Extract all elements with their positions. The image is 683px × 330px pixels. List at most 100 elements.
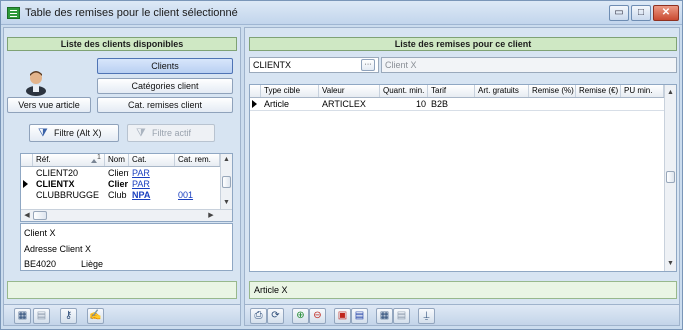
cell-nom: Club [108, 190, 127, 200]
scroll-down-icon[interactable]: ▼ [665, 259, 676, 268]
categories-client-button[interactable]: Catégories client [97, 78, 233, 94]
grid-alt-button[interactable]: ▤ [393, 308, 410, 324]
col-cat-rem[interactable]: Cat. rem. [175, 154, 220, 166]
grid-view-icon: ▦ [17, 310, 28, 321]
delete-icon: ⊖ [313, 310, 322, 321]
cell-cat-rem [175, 168, 220, 178]
cell-remise-pct [529, 99, 576, 109]
key-icon: ⚷ [64, 310, 73, 321]
grid-alt-icon: ▤ [396, 310, 407, 321]
table-row-selected[interactable]: CLIENTX Clier PAR [21, 179, 220, 189]
scroll-left-icon[interactable]: ◀ [23, 211, 31, 220]
grid-view-icon: ▦ [379, 310, 390, 321]
maximize-button[interactable]: □ [631, 5, 651, 21]
cell-cat-link[interactable]: PAR [129, 168, 175, 178]
cell-cat-rem-link[interactable]: 001 [175, 190, 220, 200]
cell-cat-link[interactable]: NPA [129, 190, 175, 200]
col-art-gratuits[interactable]: Art. gratuits [475, 85, 529, 97]
col-quant-min[interactable]: Quant. min. [380, 85, 428, 97]
maximize-icon: □ [637, 7, 645, 18]
client-city: Liège [81, 259, 104, 269]
sort-indicator: 1 [97, 154, 101, 161]
key-button[interactable]: ⚷ [60, 308, 77, 324]
list-view-button[interactable]: ▤ [351, 308, 368, 324]
close-button[interactable]: ✕ [653, 5, 679, 21]
delete-button[interactable]: ⊖ [309, 308, 326, 324]
window-title: Table des remises pour le client sélecti… [25, 7, 238, 19]
col-valeur[interactable]: Valeur [319, 85, 380, 97]
filter-active-icon: ⧩ [136, 127, 146, 139]
client-lookup-button[interactable]: ··· [361, 59, 375, 71]
vers-vue-article-button[interactable]: Vers vue article [7, 97, 91, 113]
cat-remises-client-button[interactable]: Cat. remises client [97, 97, 233, 113]
client-code-field[interactable]: CLIENTX [249, 57, 379, 73]
signature-button[interactable]: ✍ [87, 308, 104, 324]
sort-ascending-icon [91, 159, 97, 163]
client-postcode: BE4020 [24, 259, 57, 269]
col-cat[interactable]: Cat. [129, 154, 175, 166]
scroll-right-icon[interactable]: ▶ [207, 211, 215, 220]
cell-nom: Client [108, 168, 129, 178]
print-button[interactable]: ⎙ [250, 308, 267, 324]
clients-grid-header: Réf. 1 Nom Cat. Cat. rem. [21, 154, 220, 167]
filter-active-label: Filtre actif [152, 128, 192, 138]
cell-remise-eur [576, 99, 621, 109]
title-bar: Table des remises pour le client sélecti… [1, 1, 682, 25]
right-status-box: Article X [249, 281, 677, 299]
refresh-icon: ⟳ [271, 310, 280, 321]
scroll-thumb[interactable] [33, 211, 47, 220]
cell-cat-rem [175, 179, 220, 189]
close-icon: ✕ [661, 7, 671, 18]
col-pu-min[interactable]: PU min. [621, 85, 664, 97]
cell-nom: Clier [108, 179, 129, 189]
scroll-up-icon[interactable]: ▲ [221, 155, 232, 164]
scroll-thumb[interactable] [222, 176, 231, 188]
client-code-value: CLIENTX [253, 60, 292, 70]
col-tarif[interactable]: Tarif [428, 85, 475, 97]
minimize-button[interactable]: ▭ [609, 5, 629, 21]
clients-vertical-scrollbar[interactable]: ▲ ▼ [220, 154, 232, 209]
remises-vertical-scrollbar[interactable]: ▲ ▼ [664, 85, 676, 271]
filter-button[interactable]: ⧩ Filtre (Alt X) [29, 124, 119, 142]
grid-view-button[interactable]: ▦ [14, 308, 31, 324]
pin-icon: ⍊ [423, 310, 430, 321]
table-row-selected[interactable]: Article ARTICLEX 10 B2B [250, 99, 664, 109]
col-remise-eur[interactable]: Remise (€) [576, 85, 621, 97]
col-remise-pct[interactable]: Remise (%) [529, 85, 576, 97]
vers-vue-article-label: Vers vue article [18, 100, 80, 110]
refresh-button[interactable]: ⟳ [267, 308, 284, 324]
table-row[interactable]: CLUBBRUGGE Club NPA 001 [21, 190, 220, 200]
cell-tarif: B2B [431, 99, 449, 109]
scroll-up-icon[interactable]: ▲ [665, 88, 676, 97]
add-icon: ⊕ [296, 310, 305, 321]
form-view-icon: ▣ [337, 310, 348, 321]
grid-alt-button[interactable]: ▤ [33, 308, 50, 324]
cell-ref: CLIENT20 [36, 168, 79, 178]
col-type-cible[interactable]: Type cible [261, 85, 319, 97]
cell-ref: CLUBBRUGGE [36, 190, 100, 200]
grid-view-button[interactable]: ▦ [376, 308, 393, 324]
form-view-button[interactable]: ▣ [334, 308, 351, 324]
list-view-icon: ▤ [354, 310, 365, 321]
add-button[interactable]: ⊕ [292, 308, 309, 324]
table-icon [7, 7, 20, 19]
clients-grid: Réf. 1 Nom Cat. Cat. rem. CLIENT20 Clien… [20, 153, 233, 222]
client-address: Adresse Client X [24, 244, 92, 254]
row-divider [250, 110, 664, 111]
cell-cat-link[interactable]: PAR [129, 179, 175, 189]
pin-button[interactable]: ⍊ [418, 308, 435, 324]
remises-grid-header: Type cible Valeur Quant. min. Tarif Art.… [250, 85, 664, 98]
clients-button[interactable]: Clients [97, 58, 233, 74]
clients-button-label: Clients [151, 61, 179, 71]
table-row[interactable]: CLIENT20 Client PAR [21, 168, 220, 178]
remises-grid: Type cible Valeur Quant. min. Tarif Art.… [249, 84, 677, 272]
scroll-thumb[interactable] [666, 171, 675, 183]
cell-quant-min: 10 [415, 99, 426, 109]
client-name: Client X [24, 228, 56, 238]
scroll-down-icon[interactable]: ▼ [221, 198, 232, 207]
clients-horizontal-scrollbar[interactable]: ◀ ▶ [21, 209, 232, 221]
client-name-value: Client X [385, 60, 417, 70]
col-nom[interactable]: Nom [105, 154, 129, 166]
signature-icon: ✍ [89, 310, 102, 321]
row-indicator-header [250, 85, 261, 97]
